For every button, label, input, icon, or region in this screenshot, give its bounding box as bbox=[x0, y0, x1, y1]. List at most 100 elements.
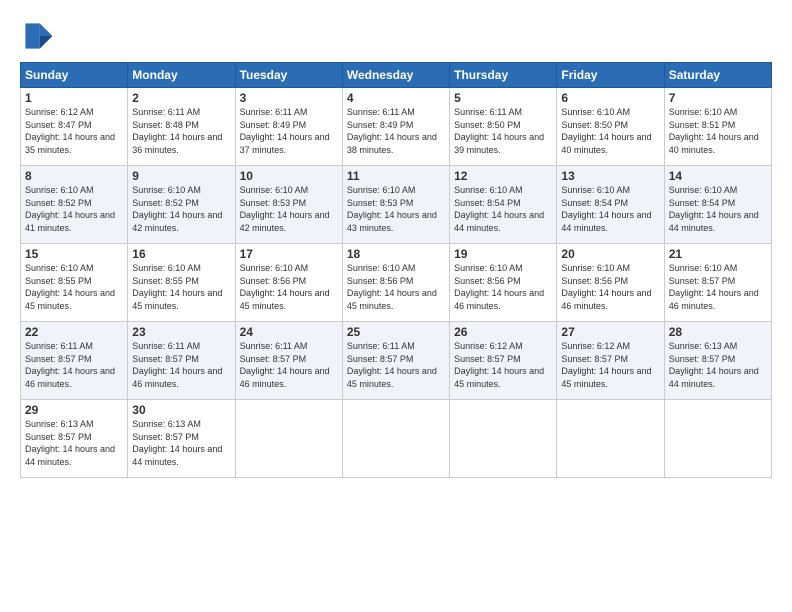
day-number: 27 bbox=[561, 325, 659, 339]
day-number: 15 bbox=[25, 247, 123, 261]
calendar-cell: 13Sunrise: 6:10 AMSunset: 8:54 PMDayligh… bbox=[557, 166, 664, 244]
day-info: Sunrise: 6:10 AMSunset: 8:56 PMDaylight:… bbox=[561, 262, 659, 312]
day-number: 6 bbox=[561, 91, 659, 105]
calendar-cell: 6Sunrise: 6:10 AMSunset: 8:50 PMDaylight… bbox=[557, 88, 664, 166]
calendar-cell: 20Sunrise: 6:10 AMSunset: 8:56 PMDayligh… bbox=[557, 244, 664, 322]
day-info: Sunrise: 6:11 AMSunset: 8:48 PMDaylight:… bbox=[132, 106, 230, 156]
day-info: Sunrise: 6:10 AMSunset: 8:54 PMDaylight:… bbox=[561, 184, 659, 234]
day-number: 11 bbox=[347, 169, 445, 183]
logo-icon bbox=[20, 18, 56, 54]
day-header-friday: Friday bbox=[557, 63, 664, 88]
day-header-saturday: Saturday bbox=[664, 63, 771, 88]
calendar-week-row: 15Sunrise: 6:10 AMSunset: 8:55 PMDayligh… bbox=[21, 244, 772, 322]
calendar-cell: 3Sunrise: 6:11 AMSunset: 8:49 PMDaylight… bbox=[235, 88, 342, 166]
calendar-cell: 18Sunrise: 6:10 AMSunset: 8:56 PMDayligh… bbox=[342, 244, 449, 322]
day-info: Sunrise: 6:10 AMSunset: 8:56 PMDaylight:… bbox=[240, 262, 338, 312]
day-number: 5 bbox=[454, 91, 552, 105]
day-number: 20 bbox=[561, 247, 659, 261]
day-number: 23 bbox=[132, 325, 230, 339]
day-number: 29 bbox=[25, 403, 123, 417]
day-number: 4 bbox=[347, 91, 445, 105]
day-info: Sunrise: 6:10 AMSunset: 8:57 PMDaylight:… bbox=[669, 262, 767, 312]
day-info: Sunrise: 6:13 AMSunset: 8:57 PMDaylight:… bbox=[132, 418, 230, 468]
calendar-cell bbox=[342, 400, 449, 478]
day-number: 7 bbox=[669, 91, 767, 105]
calendar-cell: 9Sunrise: 6:10 AMSunset: 8:52 PMDaylight… bbox=[128, 166, 235, 244]
calendar-table: SundayMondayTuesdayWednesdayThursdayFrid… bbox=[20, 62, 772, 478]
day-number: 3 bbox=[240, 91, 338, 105]
day-info: Sunrise: 6:13 AMSunset: 8:57 PMDaylight:… bbox=[669, 340, 767, 390]
calendar-cell: 12Sunrise: 6:10 AMSunset: 8:54 PMDayligh… bbox=[450, 166, 557, 244]
day-info: Sunrise: 6:12 AMSunset: 8:57 PMDaylight:… bbox=[454, 340, 552, 390]
day-info: Sunrise: 6:11 AMSunset: 8:57 PMDaylight:… bbox=[132, 340, 230, 390]
day-info: Sunrise: 6:10 AMSunset: 8:56 PMDaylight:… bbox=[454, 262, 552, 312]
calendar-cell: 11Sunrise: 6:10 AMSunset: 8:53 PMDayligh… bbox=[342, 166, 449, 244]
calendar-header-row: SundayMondayTuesdayWednesdayThursdayFrid… bbox=[21, 63, 772, 88]
calendar-cell: 24Sunrise: 6:11 AMSunset: 8:57 PMDayligh… bbox=[235, 322, 342, 400]
calendar-cell: 22Sunrise: 6:11 AMSunset: 8:57 PMDayligh… bbox=[21, 322, 128, 400]
day-info: Sunrise: 6:11 AMSunset: 8:57 PMDaylight:… bbox=[347, 340, 445, 390]
day-info: Sunrise: 6:11 AMSunset: 8:57 PMDaylight:… bbox=[25, 340, 123, 390]
calendar-cell: 8Sunrise: 6:10 AMSunset: 8:52 PMDaylight… bbox=[21, 166, 128, 244]
day-header-sunday: Sunday bbox=[21, 63, 128, 88]
day-info: Sunrise: 6:10 AMSunset: 8:54 PMDaylight:… bbox=[454, 184, 552, 234]
day-number: 16 bbox=[132, 247, 230, 261]
calendar-cell bbox=[557, 400, 664, 478]
day-number: 28 bbox=[669, 325, 767, 339]
day-info: Sunrise: 6:10 AMSunset: 8:53 PMDaylight:… bbox=[347, 184, 445, 234]
day-number: 9 bbox=[132, 169, 230, 183]
day-number: 8 bbox=[25, 169, 123, 183]
calendar-cell: 21Sunrise: 6:10 AMSunset: 8:57 PMDayligh… bbox=[664, 244, 771, 322]
day-number: 13 bbox=[561, 169, 659, 183]
calendar-week-row: 29Sunrise: 6:13 AMSunset: 8:57 PMDayligh… bbox=[21, 400, 772, 478]
day-header-wednesday: Wednesday bbox=[342, 63, 449, 88]
calendar-cell: 30Sunrise: 6:13 AMSunset: 8:57 PMDayligh… bbox=[128, 400, 235, 478]
day-info: Sunrise: 6:10 AMSunset: 8:52 PMDaylight:… bbox=[25, 184, 123, 234]
calendar-cell: 5Sunrise: 6:11 AMSunset: 8:50 PMDaylight… bbox=[450, 88, 557, 166]
day-info: Sunrise: 6:10 AMSunset: 8:56 PMDaylight:… bbox=[347, 262, 445, 312]
day-info: Sunrise: 6:10 AMSunset: 8:50 PMDaylight:… bbox=[561, 106, 659, 156]
calendar-cell: 7Sunrise: 6:10 AMSunset: 8:51 PMDaylight… bbox=[664, 88, 771, 166]
calendar-cell: 28Sunrise: 6:13 AMSunset: 8:57 PMDayligh… bbox=[664, 322, 771, 400]
calendar-cell: 10Sunrise: 6:10 AMSunset: 8:53 PMDayligh… bbox=[235, 166, 342, 244]
day-number: 25 bbox=[347, 325, 445, 339]
calendar-week-row: 1Sunrise: 6:12 AMSunset: 8:47 PMDaylight… bbox=[21, 88, 772, 166]
day-info: Sunrise: 6:10 AMSunset: 8:53 PMDaylight:… bbox=[240, 184, 338, 234]
calendar-cell: 27Sunrise: 6:12 AMSunset: 8:57 PMDayligh… bbox=[557, 322, 664, 400]
day-info: Sunrise: 6:10 AMSunset: 8:55 PMDaylight:… bbox=[132, 262, 230, 312]
day-number: 2 bbox=[132, 91, 230, 105]
day-info: Sunrise: 6:12 AMSunset: 8:57 PMDaylight:… bbox=[561, 340, 659, 390]
day-number: 21 bbox=[669, 247, 767, 261]
calendar-cell: 29Sunrise: 6:13 AMSunset: 8:57 PMDayligh… bbox=[21, 400, 128, 478]
day-number: 22 bbox=[25, 325, 123, 339]
calendar-cell: 19Sunrise: 6:10 AMSunset: 8:56 PMDayligh… bbox=[450, 244, 557, 322]
day-info: Sunrise: 6:10 AMSunset: 8:51 PMDaylight:… bbox=[669, 106, 767, 156]
calendar-cell: 14Sunrise: 6:10 AMSunset: 8:54 PMDayligh… bbox=[664, 166, 771, 244]
day-info: Sunrise: 6:10 AMSunset: 8:55 PMDaylight:… bbox=[25, 262, 123, 312]
calendar-cell: 16Sunrise: 6:10 AMSunset: 8:55 PMDayligh… bbox=[128, 244, 235, 322]
day-number: 12 bbox=[454, 169, 552, 183]
calendar-week-row: 8Sunrise: 6:10 AMSunset: 8:52 PMDaylight… bbox=[21, 166, 772, 244]
day-number: 18 bbox=[347, 247, 445, 261]
day-info: Sunrise: 6:11 AMSunset: 8:50 PMDaylight:… bbox=[454, 106, 552, 156]
page: SundayMondayTuesdayWednesdayThursdayFrid… bbox=[0, 0, 792, 612]
day-header-thursday: Thursday bbox=[450, 63, 557, 88]
header bbox=[20, 18, 772, 54]
day-info: Sunrise: 6:10 AMSunset: 8:54 PMDaylight:… bbox=[669, 184, 767, 234]
calendar-cell: 2Sunrise: 6:11 AMSunset: 8:48 PMDaylight… bbox=[128, 88, 235, 166]
day-number: 17 bbox=[240, 247, 338, 261]
day-number: 14 bbox=[669, 169, 767, 183]
day-number: 10 bbox=[240, 169, 338, 183]
calendar-cell bbox=[235, 400, 342, 478]
day-info: Sunrise: 6:11 AMSunset: 8:49 PMDaylight:… bbox=[240, 106, 338, 156]
day-info: Sunrise: 6:13 AMSunset: 8:57 PMDaylight:… bbox=[25, 418, 123, 468]
day-info: Sunrise: 6:10 AMSunset: 8:52 PMDaylight:… bbox=[132, 184, 230, 234]
calendar-cell: 25Sunrise: 6:11 AMSunset: 8:57 PMDayligh… bbox=[342, 322, 449, 400]
calendar-week-row: 22Sunrise: 6:11 AMSunset: 8:57 PMDayligh… bbox=[21, 322, 772, 400]
calendar-cell: 26Sunrise: 6:12 AMSunset: 8:57 PMDayligh… bbox=[450, 322, 557, 400]
day-header-tuesday: Tuesday bbox=[235, 63, 342, 88]
logo bbox=[20, 18, 60, 54]
day-info: Sunrise: 6:11 AMSunset: 8:49 PMDaylight:… bbox=[347, 106, 445, 156]
calendar-cell bbox=[664, 400, 771, 478]
day-number: 19 bbox=[454, 247, 552, 261]
